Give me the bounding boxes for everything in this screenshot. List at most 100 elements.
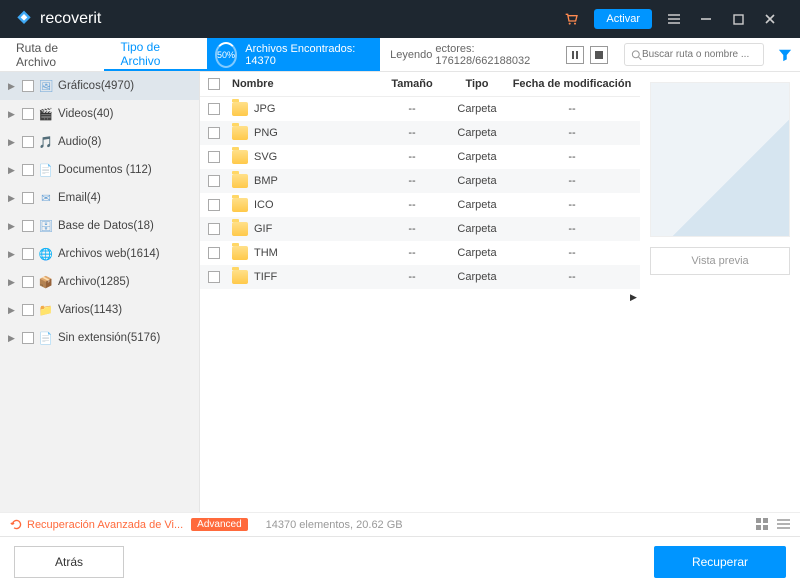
sidebar-item[interactable]: ▶ 🌐 Archivos web(1614) <box>0 240 199 268</box>
tab-file-path[interactable]: Ruta de Archivo <box>0 38 104 71</box>
row-size: -- <box>382 151 442 163</box>
sidebar-item[interactable]: ▶ 📄 Documentos (112) <box>0 156 199 184</box>
row-date: -- <box>512 223 632 235</box>
category-label: Sin extensión(5176) <box>58 332 160 344</box>
category-checkbox[interactable] <box>22 192 34 204</box>
row-name: SVG <box>254 151 277 163</box>
preview-button[interactable]: Vista previa <box>650 247 790 275</box>
tab-file-type[interactable]: Tipo de Archivo <box>104 38 206 71</box>
activate-button[interactable]: Activar <box>594 9 652 29</box>
category-checkbox[interactable] <box>22 220 34 232</box>
folder-icon <box>232 222 248 236</box>
advanced-recovery-link[interactable]: Recuperación Avanzada de Vi... Advanced <box>10 518 248 531</box>
table-row[interactable]: SVG -- Carpeta -- <box>200 145 640 169</box>
pause-button[interactable] <box>566 46 584 64</box>
stop-button[interactable] <box>590 46 608 64</box>
row-checkbox[interactable] <box>208 127 220 139</box>
table-row[interactable]: JPG -- Carpeta -- <box>200 97 640 121</box>
category-checkbox[interactable] <box>22 80 34 92</box>
table-row[interactable]: BMP -- Carpeta -- <box>200 169 640 193</box>
row-checkbox[interactable] <box>208 103 220 115</box>
recover-button[interactable]: Recuperar <box>654 546 786 578</box>
sidebar-item[interactable]: ▶ 🎬 Videos(40) <box>0 100 199 128</box>
row-checkbox[interactable] <box>208 223 220 235</box>
app-name: recoverit <box>40 10 101 28</box>
menu-icon[interactable] <box>664 9 684 29</box>
col-name[interactable]: Nombre <box>228 78 382 90</box>
table-row[interactable]: GIF -- Carpeta -- <box>200 217 640 241</box>
sidebar-item[interactable]: ▶ ✉ Email(4) <box>0 184 199 212</box>
scan-progress: 50% Archivos Encontrados: 14370 <box>207 38 380 71</box>
maximize-icon[interactable] <box>728 9 748 29</box>
row-type: Carpeta <box>442 151 512 163</box>
row-name: PNG <box>254 127 278 139</box>
category-label: Videos(40) <box>58 108 113 120</box>
sidebar-item[interactable]: ▶ 🗄 Base de Datos(18) <box>0 212 199 240</box>
sidebar-item[interactable]: ▶ 🖼 Gráficos(4970) <box>0 72 199 100</box>
table-header: Nombre Tamaño Tipo Fecha de modificación <box>200 72 640 97</box>
category-label: Base de Datos(18) <box>58 220 154 232</box>
category-checkbox[interactable] <box>22 304 34 316</box>
content-area: Nombre Tamaño Tipo Fecha de modificación… <box>200 72 640 512</box>
folder-icon <box>232 174 248 188</box>
folder-icon <box>232 126 248 140</box>
row-type: Carpeta <box>442 223 512 235</box>
row-size: -- <box>382 127 442 139</box>
row-date: -- <box>512 103 632 115</box>
col-date[interactable]: Fecha de modificación <box>512 78 632 90</box>
category-icon: 🎵 <box>38 134 54 150</box>
table-row[interactable]: THM -- Carpeta -- <box>200 241 640 265</box>
row-checkbox[interactable] <box>208 247 220 259</box>
footer: Atrás Recuperar <box>0 536 800 586</box>
close-icon[interactable] <box>760 9 780 29</box>
minimize-icon[interactable] <box>696 9 716 29</box>
row-type: Carpeta <box>442 247 512 259</box>
search-box[interactable] <box>624 43 764 66</box>
table-row[interactable]: ICO -- Carpeta -- <box>200 193 640 217</box>
row-checkbox[interactable] <box>208 151 220 163</box>
category-label: Gráficos(4970) <box>58 80 134 92</box>
filter-icon[interactable] <box>770 38 800 71</box>
row-date: -- <box>512 151 632 163</box>
row-date: -- <box>512 247 632 259</box>
cart-icon[interactable] <box>562 10 580 28</box>
search-input[interactable] <box>642 49 757 60</box>
row-date: -- <box>512 175 632 187</box>
advanced-link-text: Recuperación Avanzada de Vi... <box>27 519 183 531</box>
back-button[interactable]: Atrás <box>14 546 124 578</box>
table-row[interactable]: TIFF -- Carpeta -- <box>200 265 640 289</box>
row-size: -- <box>382 247 442 259</box>
folder-icon <box>232 198 248 212</box>
category-checkbox[interactable] <box>22 136 34 148</box>
sidebar-item[interactable]: ▶ 📄 Sin extensión(5176) <box>0 324 199 352</box>
sidebar-item[interactable]: ▶ 📁 Varios(1143) <box>0 296 199 324</box>
category-checkbox[interactable] <box>22 108 34 120</box>
view-grid-icon[interactable] <box>756 518 769 531</box>
category-checkbox[interactable] <box>22 332 34 344</box>
category-checkbox[interactable] <box>22 248 34 260</box>
folder-icon <box>232 102 248 116</box>
sidebar-item[interactable]: ▶ 🎵 Audio(8) <box>0 128 199 156</box>
category-checkbox[interactable] <box>22 276 34 288</box>
row-checkbox[interactable] <box>208 175 220 187</box>
panel-collapse-icon[interactable]: ▶ <box>630 292 637 303</box>
category-checkbox[interactable] <box>22 164 34 176</box>
row-checkbox[interactable] <box>208 199 220 211</box>
row-checkbox[interactable] <box>208 271 220 283</box>
col-size[interactable]: Tamaño <box>382 78 442 90</box>
category-label: Archivo(1285) <box>58 276 130 288</box>
table-row[interactable]: PNG -- Carpeta -- <box>200 121 640 145</box>
chevron-right-icon: ▶ <box>8 137 18 148</box>
category-icon: 📄 <box>38 162 54 178</box>
chevron-right-icon: ▶ <box>8 305 18 316</box>
toolbar: Ruta de Archivo Tipo de Archivo 50% Arch… <box>0 38 800 72</box>
chevron-right-icon: ▶ <box>8 333 18 344</box>
view-list-icon[interactable] <box>777 518 790 531</box>
sidebar-item[interactable]: ▶ 📦 Archivo(1285) <box>0 268 199 296</box>
category-icon: 🗄 <box>38 218 54 234</box>
chevron-right-icon: ▶ <box>8 249 18 260</box>
col-type[interactable]: Tipo <box>442 78 512 90</box>
reading-detail: ectores: 176128/662188032 <box>435 43 546 67</box>
preview-thumbnail <box>650 82 790 237</box>
select-all-checkbox[interactable] <box>208 78 220 90</box>
